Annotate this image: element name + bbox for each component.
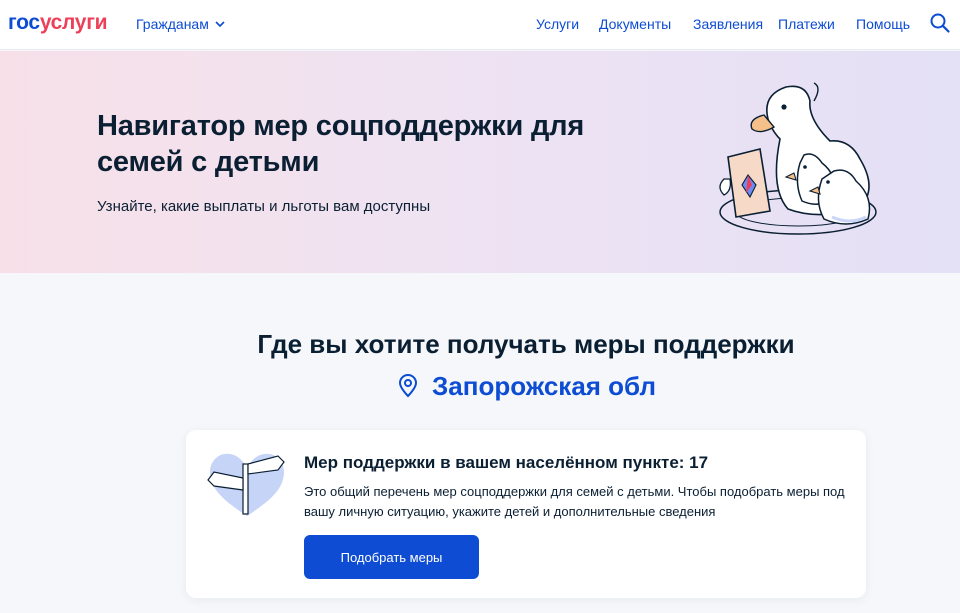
signpost-heart-illustration [207,453,285,516]
nav-applications[interactable]: Заявления [693,15,763,33]
hero-banner: Навигатор мер соцподдержки для семей с д… [0,51,960,273]
location-pin-icon [398,374,418,398]
site-header: госуслуги Гражданам Услуги Документы Зая… [0,0,960,50]
card-title: Мер поддержки в вашем населённом пункте:… [304,453,709,472]
nav-payments[interactable]: Платежи [778,15,835,33]
support-measures-card: Мер поддержки в вашем населённом пункте:… [186,430,866,598]
location-question: Где вы хотите получать меры поддержки [257,329,795,359]
citizens-label: Гражданам [136,16,209,32]
page-subtitle: Узнайте, какие выплаты и льготы вам дост… [97,198,431,215]
nav-services[interactable]: Услуги [536,15,579,33]
select-measures-button[interactable]: Подобрать меры [304,535,479,579]
card-description: Это общий перечень мер соцподдержки для … [304,484,845,519]
duck-family-illustration [719,82,877,235]
search-icon[interactable] [929,12,951,34]
gosuslugi-logo[interactable]: госуслуги [8,10,108,36]
logo-part-uslugi: услуги [39,11,108,34]
citizens-dropdown[interactable]: Гражданам [136,15,225,33]
chevron-down-icon [215,20,225,27]
nav-documents[interactable]: Документы [599,15,671,33]
nav-help[interactable]: Помощь [856,15,910,33]
region-name: Запорожская обл [432,371,656,401]
page-title: Навигатор мер соцподдержки для семей с д… [97,110,585,178]
logo-part-gos: гос [8,11,40,34]
region-selector[interactable]: Запорожская обл [398,370,656,402]
